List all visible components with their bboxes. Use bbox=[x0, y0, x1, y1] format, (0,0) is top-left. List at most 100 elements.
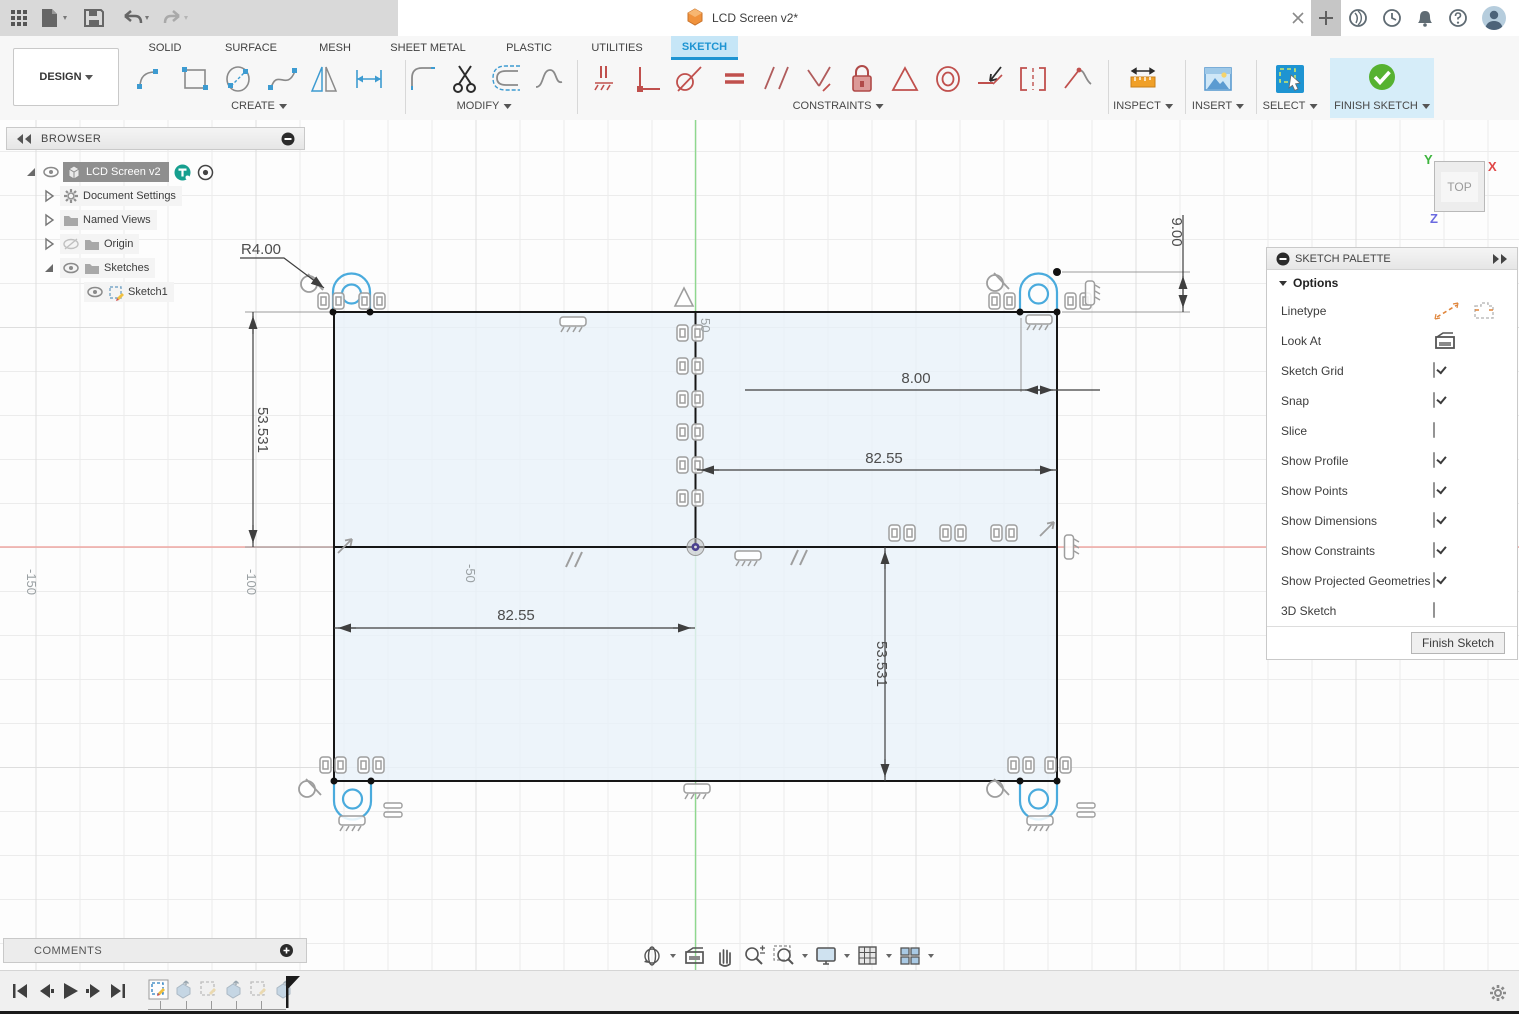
insert-image-icon[interactable] bbox=[1201, 62, 1235, 96]
timeline-step-forward-icon[interactable] bbox=[84, 981, 104, 1001]
inspect-measure-icon[interactable] bbox=[1126, 62, 1160, 96]
chevron-down-icon[interactable] bbox=[886, 954, 892, 958]
pan-hand-icon[interactable] bbox=[712, 944, 736, 968]
file-menu-icon[interactable] bbox=[38, 7, 72, 29]
add-comment-icon[interactable] bbox=[279, 943, 294, 958]
visibility-eye-icon[interactable] bbox=[86, 283, 104, 301]
tab-sheet-metal[interactable]: SHEET METAL bbox=[388, 36, 468, 60]
modify-curve-icon[interactable] bbox=[532, 62, 566, 96]
display-settings-icon[interactable] bbox=[814, 944, 838, 968]
sketch-palette-header[interactable]: SKETCH PALETTE bbox=[1267, 248, 1517, 270]
minimize-panel-icon[interactable] bbox=[280, 131, 296, 147]
create-circle-icon[interactable] bbox=[222, 62, 256, 96]
finish-sketch-label[interactable]: FINISH SKETCH bbox=[1334, 100, 1430, 112]
inspect-group-label[interactable]: INSPECT bbox=[1113, 100, 1173, 112]
3d-sketch-checkbox[interactable] bbox=[1433, 602, 1435, 618]
show-constraints-checkbox[interactable] bbox=[1433, 542, 1435, 558]
create-dimension-icon[interactable] bbox=[352, 62, 386, 96]
constraint-parallel-icon[interactable] bbox=[760, 62, 794, 96]
tab-plastic[interactable]: PLASTIC bbox=[503, 36, 555, 60]
finish-sketch-button[interactable]: Finish Sketch bbox=[1411, 632, 1505, 654]
modify-group-label[interactable]: MODIFY bbox=[457, 100, 512, 112]
tab-solid[interactable]: SOLID bbox=[142, 36, 188, 60]
constraint-midpoint-icon[interactable] bbox=[973, 62, 1007, 96]
zoom-window-icon[interactable] bbox=[772, 944, 796, 968]
timeline-go-to-start-icon[interactable] bbox=[10, 981, 30, 1001]
browser-item-origin[interactable]: Origin bbox=[42, 233, 139, 255]
view-cube-face[interactable]: TOP bbox=[1434, 161, 1485, 212]
timeline-badge-icon[interactable] bbox=[174, 164, 191, 181]
constraint-symmetry-icon[interactable] bbox=[1016, 62, 1050, 96]
browser-header[interactable]: BROWSER bbox=[6, 127, 305, 150]
document-tab[interactable]: LCD Screen v2* bbox=[686, 0, 798, 36]
workspace-selector[interactable]: DESIGN bbox=[13, 48, 119, 106]
show-projected-geometries-checkbox[interactable] bbox=[1433, 572, 1435, 588]
constraints-group-label[interactable]: CONSTRAINTS bbox=[793, 100, 884, 112]
slice-checkbox[interactable] bbox=[1433, 422, 1435, 438]
show-dimensions-checkbox[interactable] bbox=[1433, 512, 1435, 528]
redo-icon[interactable] bbox=[158, 7, 192, 29]
browser-item-sketches[interactable]: Sketches bbox=[42, 257, 155, 279]
help-icon[interactable] bbox=[1448, 8, 1468, 28]
timeline-settings-gear-icon[interactable] bbox=[1488, 983, 1508, 1003]
browser-root-row[interactable]: LCD Screen v2 bbox=[24, 161, 214, 183]
extensions-icon[interactable] bbox=[1348, 8, 1368, 28]
view-cube[interactable]: TOP Y X Z bbox=[1430, 158, 1494, 222]
browser-item-document-settings[interactable]: Document Settings bbox=[42, 185, 182, 207]
create-spline-icon[interactable] bbox=[266, 62, 300, 96]
timeline-go-to-end-icon[interactable] bbox=[108, 981, 128, 1001]
constraint-horizontal-vertical-icon[interactable] bbox=[587, 62, 621, 96]
modify-offset-icon[interactable] bbox=[491, 62, 525, 96]
select-group-label[interactable]: SELECT bbox=[1263, 100, 1318, 112]
timeline-play-icon[interactable] bbox=[60, 981, 80, 1001]
browser-item-named-views[interactable]: Named Views bbox=[42, 209, 157, 231]
collapse-panel-icon[interactable] bbox=[13, 132, 39, 146]
job-status-icon[interactable] bbox=[1382, 8, 1402, 28]
look-at-icon[interactable] bbox=[682, 944, 706, 968]
origin-point[interactable] bbox=[687, 539, 704, 556]
activate-radio-icon[interactable] bbox=[197, 164, 214, 181]
tab-utilities[interactable]: UTILITIES bbox=[588, 36, 646, 60]
snap-checkbox[interactable] bbox=[1433, 392, 1435, 408]
projected-linetype-icon[interactable] bbox=[1470, 300, 1498, 322]
chevron-down-icon[interactable] bbox=[844, 954, 850, 958]
options-section-header[interactable]: Options bbox=[1267, 270, 1517, 296]
constraint-equal-icon[interactable] bbox=[717, 62, 751, 96]
expander-collapsed-icon[interactable] bbox=[42, 189, 56, 203]
tab-sketch[interactable]: SKETCH bbox=[671, 36, 738, 60]
construction-linetype-icon[interactable] bbox=[1433, 300, 1463, 322]
create-mirror-icon[interactable] bbox=[308, 62, 342, 96]
show-profile-checkbox[interactable] bbox=[1433, 452, 1435, 468]
show-points-checkbox[interactable] bbox=[1433, 482, 1435, 498]
browser-root-selected[interactable]: LCD Screen v2 bbox=[63, 162, 169, 182]
timeline-playhead[interactable] bbox=[285, 976, 303, 1010]
grid-display-icon[interactable] bbox=[856, 944, 880, 968]
expander-collapsed-icon[interactable] bbox=[42, 213, 56, 227]
new-tab-button[interactable] bbox=[1311, 0, 1341, 36]
chevron-down-icon[interactable] bbox=[802, 954, 808, 958]
comments-bar[interactable]: COMMENTS bbox=[3, 938, 307, 963]
modify-trim-icon[interactable] bbox=[449, 62, 483, 96]
expand-panel-icon[interactable] bbox=[1489, 253, 1511, 265]
timeline-feature-sketch-active[interactable] bbox=[148, 979, 169, 1001]
timeline-step-back-icon[interactable] bbox=[36, 981, 56, 1001]
timeline-feature-sketch[interactable] bbox=[198, 979, 219, 1001]
visibility-eye-icon[interactable] bbox=[62, 259, 80, 277]
constraint-fix-lock-icon[interactable] bbox=[845, 62, 879, 96]
save-icon[interactable] bbox=[82, 7, 106, 29]
close-tab-icon[interactable] bbox=[1288, 8, 1308, 28]
chevron-down-icon[interactable] bbox=[670, 954, 676, 958]
expander-collapsed-icon[interactable] bbox=[42, 237, 56, 251]
notifications-bell-icon[interactable] bbox=[1415, 8, 1435, 28]
constraint-coincident-icon[interactable] bbox=[631, 62, 665, 96]
constraint-polygon-icon[interactable] bbox=[888, 62, 922, 96]
visibility-eye-icon[interactable] bbox=[42, 163, 60, 181]
timeline-feature-extrude[interactable] bbox=[173, 979, 194, 1001]
select-tool-icon[interactable] bbox=[1273, 62, 1307, 96]
tab-mesh[interactable]: MESH bbox=[314, 36, 356, 60]
modify-fillet-icon[interactable] bbox=[407, 62, 441, 96]
app-launcher-icon[interactable] bbox=[8, 7, 32, 29]
create-rectangle-icon[interactable] bbox=[179, 62, 213, 96]
insert-group-label[interactable]: INSERT bbox=[1192, 100, 1244, 112]
chevron-down-icon[interactable] bbox=[928, 954, 934, 958]
